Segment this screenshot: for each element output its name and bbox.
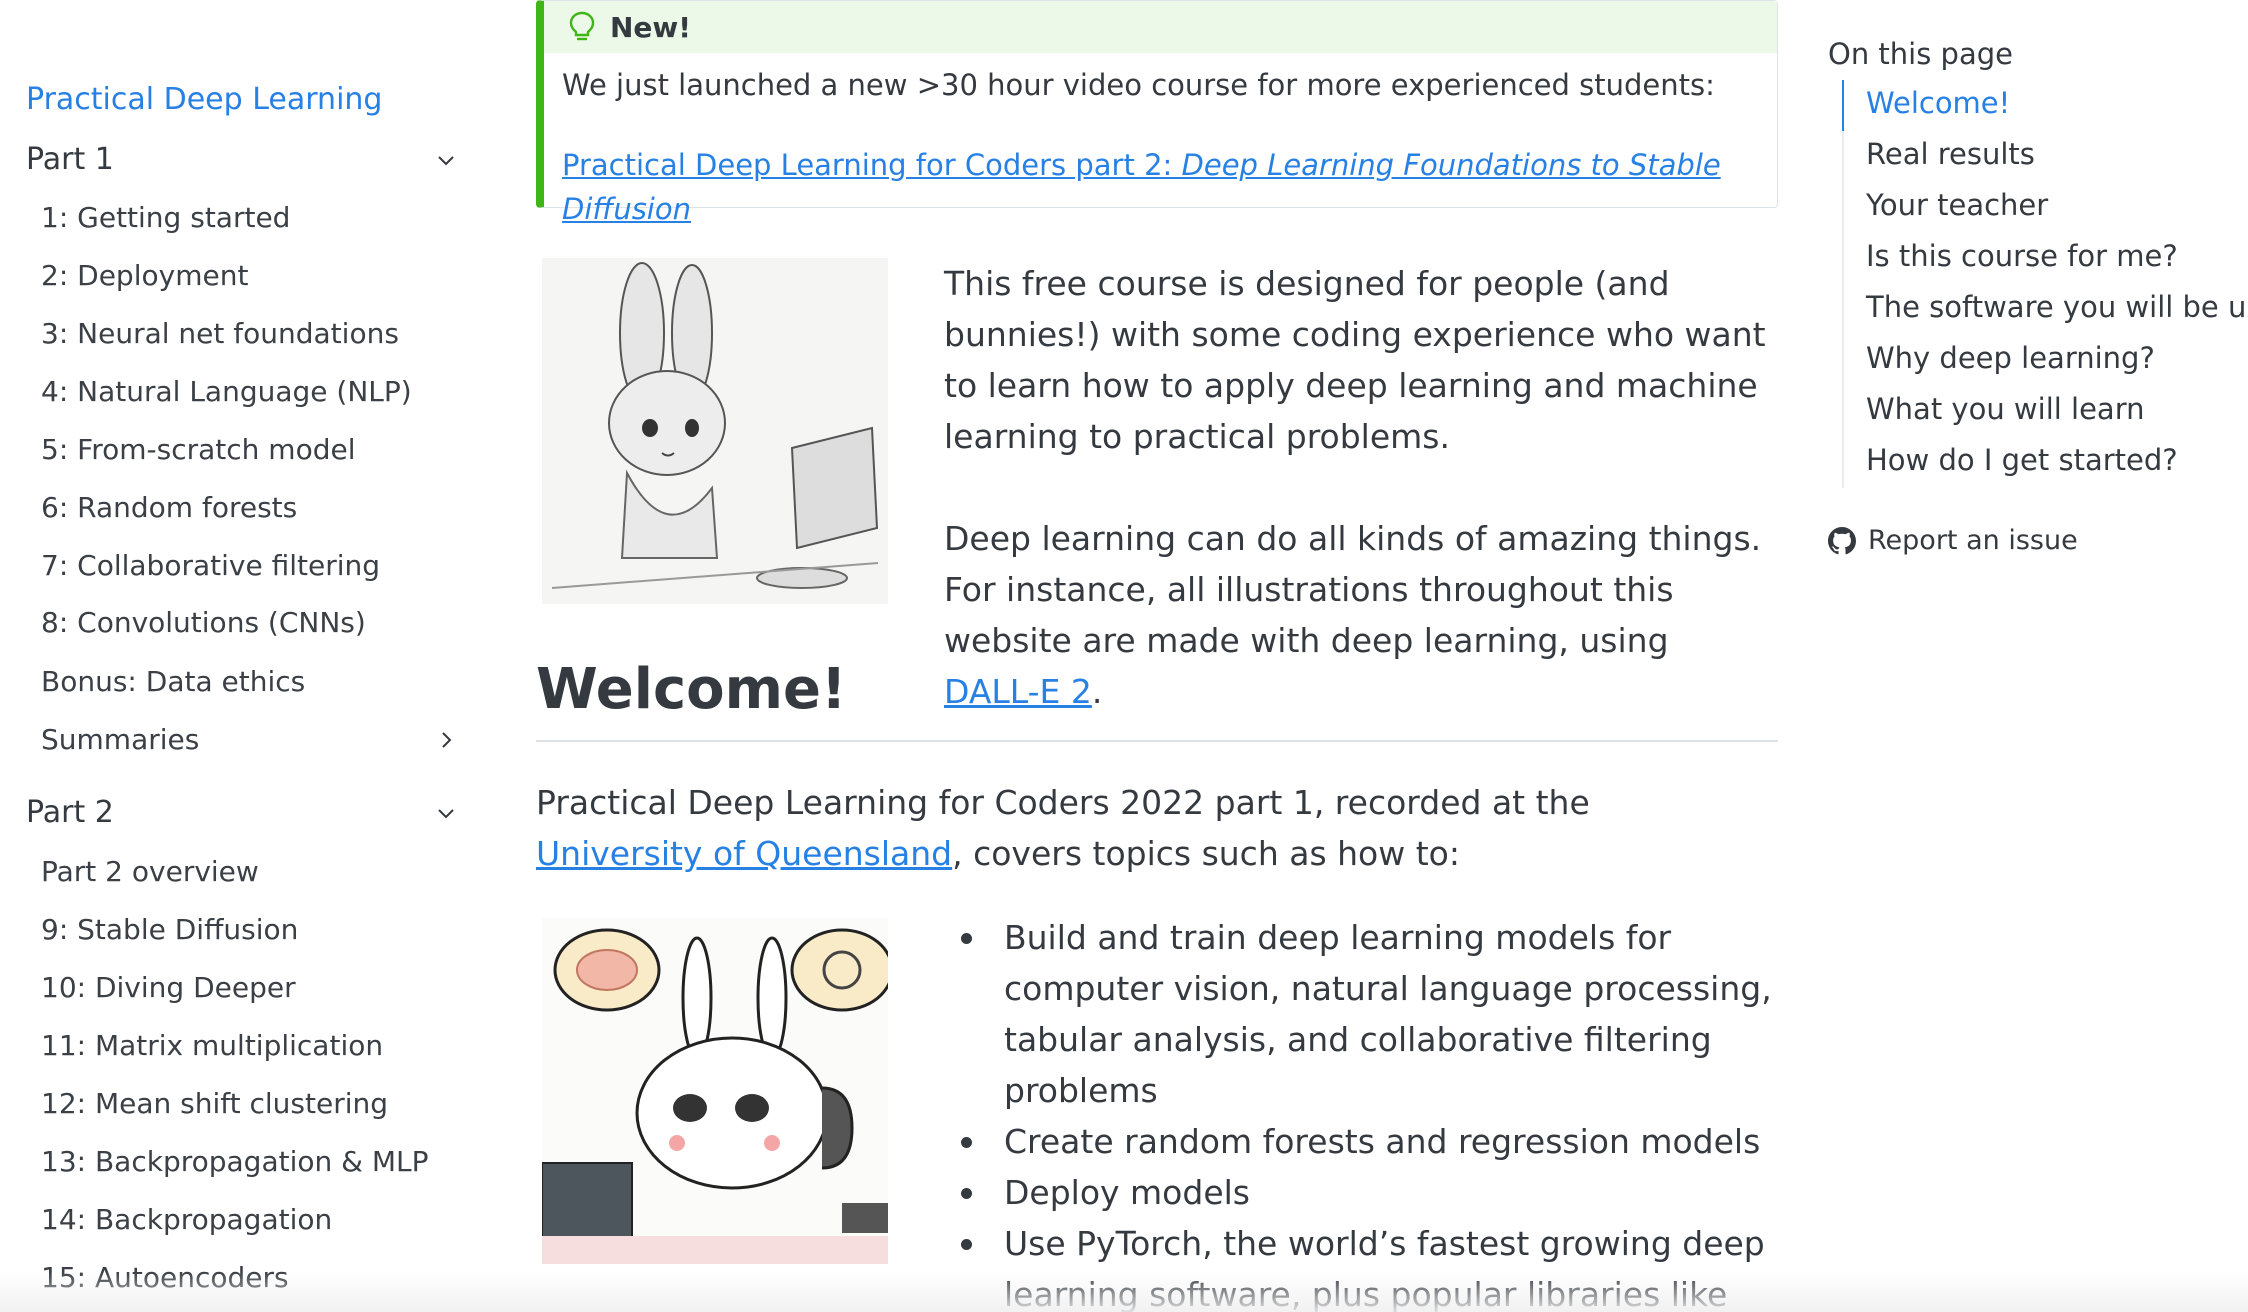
intro-text: This free course is designed for people … [944,258,1774,717]
sidebar-item-backpropagation[interactable]: 14: Backpropagation [41,1200,332,1240]
toc-item-real-results[interactable]: Real results [1844,131,2248,182]
sidebar-summaries-toggle[interactable]: Summaries [41,720,466,760]
sidebar-item-neural-net-foundations[interactable]: 3: Neural net foundations [41,314,399,354]
university-of-queensland-link[interactable]: University of Queensland [536,834,952,873]
sidebar-site-title[interactable]: Practical Deep Learning [26,78,382,122]
new-course-callout: New! We just launched a new >30 hour vid… [536,0,1778,226]
callout-body: We just launched a new >30 hour video co… [544,53,1777,241]
toc-list: Welcome! Real results Your teacher Is th… [1842,80,2248,488]
sidebar-part-1-label: Part 1 [26,142,114,177]
chevron-right-icon [442,732,452,748]
sidebar-part-1-toggle[interactable]: Part 1 [26,138,466,182]
sidebar-summaries-label: Summaries [41,723,200,756]
toc-item-your-teacher[interactable]: Your teacher [1844,182,2248,233]
intro-paragraph-2: Deep learning can do all kinds of amazin… [944,513,1774,717]
page: Practical Deep Learning Part 1 1: Gettin… [0,0,2248,1312]
dalle2-link[interactable]: DALL-E 2 [944,672,1092,711]
toc-item-what-you-will-learn[interactable]: What you will learn [1844,386,2248,437]
heading-divider [536,740,1778,742]
report-issue-label: Report an issue [1868,525,2078,556]
toc-item-software[interactable]: The software you will be using [1844,284,2248,335]
list-item: Deploy models [941,1167,1781,1218]
report-issue-link[interactable]: Report an issue [1828,521,2078,561]
welcome-para-end: , covers topics such as how to: [952,834,1460,873]
toc-item-why-deep-learning[interactable]: Why deep learning? [1844,335,2248,386]
callout-title: New! [610,10,692,44]
sidebar-item-diving-deeper[interactable]: 10: Diving Deeper [41,968,296,1008]
sidebar-item-backprop-mlp[interactable]: 13: Backpropagation & MLP [41,1142,429,1182]
bottom-scroll-fade [0,1272,2248,1312]
part2-link-text: Practical Deep Learning for Coders part … [562,148,1182,182]
intro-paragraph-1: This free course is designed for people … [944,264,1766,456]
bunny-computer-illustration [542,258,888,604]
toc-item-welcome[interactable]: Welcome! [1842,80,2248,131]
welcome-heading: Welcome! [536,657,847,722]
welcome-para-text: Practical Deep Learning for Coders 2022 … [536,783,1590,822]
toc-title: On this page [1828,37,2013,71]
list-item: Create random forests and regression mod… [941,1116,1781,1167]
intro-p2-text: Deep learning can do all kinds of amazin… [944,519,1762,660]
bunny-cartoon-icon [542,918,888,1264]
sidebar-part-2-label: Part 2 [26,795,114,830]
bunny-sketch-icon [542,258,888,604]
sidebar-item-data-ethics[interactable]: Bonus: Data ethics [41,662,305,702]
sidebar-item-convolutions[interactable]: 8: Convolutions (CNNs) [41,603,366,643]
sidebar-item-from-scratch-model[interactable]: 5: From-scratch model [41,430,355,470]
toc-item-is-this-for-me[interactable]: Is this course for me? [1844,233,2248,284]
toc-item-get-started[interactable]: How do I get started? [1844,437,2248,488]
chevron-down-icon [438,156,454,166]
main-content: New! We just launched a new >30 hour vid… [536,0,1778,1312]
sidebar-item-stable-diffusion[interactable]: 9: Stable Diffusion [41,910,298,950]
intro-p2-end: . [1091,672,1103,711]
part2-course-link[interactable]: Practical Deep Learning for Coders part … [562,148,1721,226]
sidebar-item-random-forests[interactable]: 6: Random forests [41,488,297,528]
list-item: Build and train deep learning models for… [941,912,1781,1116]
sidebar-item-matrix-multiplication[interactable]: 11: Matrix multiplication [41,1026,383,1066]
welcome-paragraph: Practical Deep Learning for Coders 2022 … [536,777,1696,879]
lightbulb-icon [569,11,595,41]
sidebar-part-2-toggle[interactable]: Part 2 [26,791,466,835]
topics-list: Build and train deep learning models for… [941,912,1781,1312]
sidebar-item-getting-started[interactable]: 1: Getting started [41,198,290,238]
sidebar-item-deployment[interactable]: 2: Deployment [41,256,248,296]
sidebar-item-part-2-overview[interactable]: Part 2 overview [41,852,259,892]
thinking-bunny-illustration [542,918,888,1264]
chevron-down-icon [438,809,454,819]
sidebar-item-nlp[interactable]: 4: Natural Language (NLP) [41,372,412,412]
github-icon [1828,527,1856,555]
sidebar-item-mean-shift-clustering[interactable]: 12: Mean shift clustering [41,1084,388,1124]
on-this-page-toc: On this page Welcome! Real results Your … [1826,0,2248,700]
callout-header: New! [544,1,1777,53]
callout-text: We just launched a new >30 hour video co… [562,68,1715,102]
sidebar-item-collaborative-filtering[interactable]: 7: Collaborative filtering [41,546,380,586]
sidebar: Practical Deep Learning Part 1 1: Gettin… [0,0,480,1312]
